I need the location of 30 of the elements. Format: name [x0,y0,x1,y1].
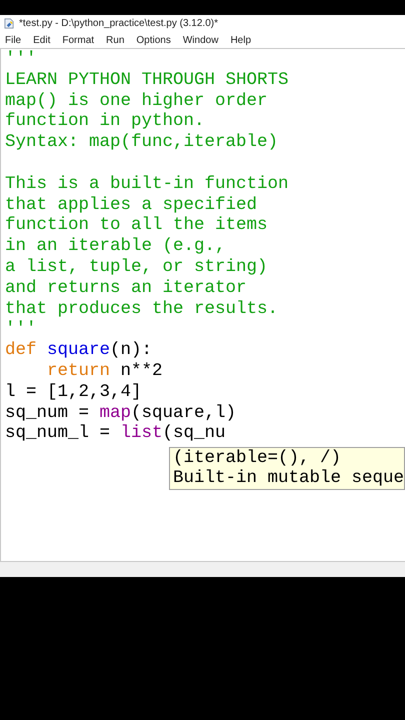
menu-item[interactable]: Options [136,34,171,46]
code-line: sq_num = map(square,l) [4,402,238,424]
code-line: and returns an iterator [4,278,248,299]
code-line: in an iterable (e.g., [4,236,227,257]
code-line: function in python. [4,111,206,132]
menu-item[interactable]: File [5,34,22,46]
code-line: function to all the items [4,215,269,236]
code-line: return n**2 [46,360,164,382]
menu-item[interactable]: Run [106,34,124,46]
menu-item[interactable]: Format [62,34,94,46]
editor-pane[interactable] [0,49,405,561]
document-icon [4,18,15,29]
code-line: map() is one higher order [4,90,269,112]
calltip-text: (iterable=(), /) [173,448,342,468]
code-line: sq_num_l = list(sq_nu [4,423,227,444]
calltip-text: Built-in mutable seque [173,468,404,488]
code-line: This is a built-in function [4,174,290,195]
code-line: a list, tuple, or string) [4,256,269,278]
menu-item[interactable]: Help [230,34,252,46]
code-line: that applies a specified [4,194,258,216]
code-line: ''' [4,319,38,340]
menu-item[interactable]: Window [182,34,218,46]
code-line: l = [1,2,3,4] [4,382,143,403]
code-line: LEARN PYTHON THROUGH SHORTS [4,70,290,91]
code-line: Syntax: map(func,iterable) [4,132,280,153]
menu-item[interactable]: Edit [33,34,50,46]
code-line: that produces the results. [4,298,280,320]
code-line: def square(n): [4,340,154,361]
code-line: ''' [4,49,38,70]
window-title: *test.py - D:\python_practice\test.py (3.12.0)* [19,18,218,29]
